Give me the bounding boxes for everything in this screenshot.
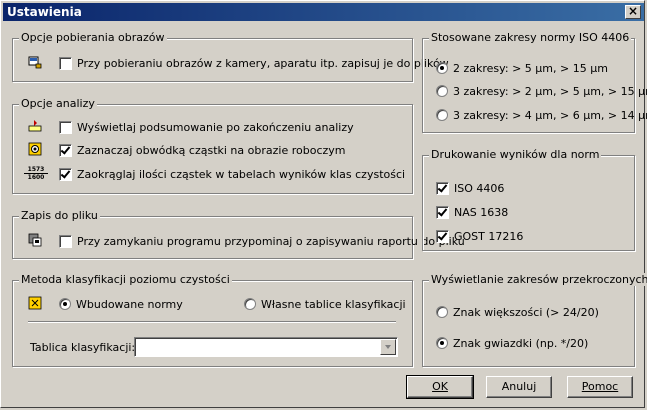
iso-opt1-row[interactable]: 2 zakresy: > 5 µm, > 15 µm <box>436 60 608 76</box>
analysis-summary-checkbox[interactable] <box>59 120 72 134</box>
print-nas-checkbox[interactable] <box>436 205 449 219</box>
window-title: Ustawienia <box>7 5 82 19</box>
iso-opt3-radio[interactable] <box>436 109 448 121</box>
particle-outline-icon <box>28 142 42 156</box>
rounding-icon-bottom: 1600 <box>24 173 48 181</box>
rounding-icon: 1573 1600 <box>24 166 48 181</box>
file-save-remind-row[interactable]: Przy zamykaniu programu przypominaj o za… <box>59 233 465 249</box>
exceed-star-radio[interactable] <box>436 337 448 349</box>
analysis-summary-label: Wyświetlaj podsumowanie po zakończeniu a… <box>77 120 354 134</box>
iso-opt3-row[interactable]: 3 zakresy: > 4 µm, > 6 µm, > 14 µm <box>436 107 647 123</box>
print-gost-row[interactable]: GOST 17216 <box>436 228 523 244</box>
cancel-button[interactable]: Anuluj <box>486 376 552 398</box>
print-norms-legend: Drukowanie wyników dla norm <box>429 148 602 161</box>
exceeded-ranges-group: Wyświetlanie zakresów przekroczonych Zna… <box>422 273 647 367</box>
iso-opt1-label: 2 zakresy: > 5 µm, > 15 µm <box>453 61 608 75</box>
ok-button-label: OK <box>432 380 448 393</box>
analysis-options-group: Opcje analizy Wyświetlaj podsumowanie po… <box>12 97 413 194</box>
analysis-options-legend: Opcje analizy <box>19 97 97 110</box>
download-save-checkbox[interactable] <box>59 56 72 70</box>
save-report-icon <box>28 233 42 247</box>
analysis-outline-label: Zaznaczaj obwódką cząstki na obrazie rob… <box>77 143 346 157</box>
print-nas-row[interactable]: NAS 1638 <box>436 204 508 220</box>
table-label: Tablica klasyfikacji: <box>30 341 136 354</box>
method-builtin-radio[interactable] <box>59 298 71 310</box>
analysis-round-checkbox[interactable] <box>59 167 72 181</box>
chevron-down-icon[interactable] <box>380 339 396 355</box>
settings-window: Ustawienia × Opcje pobierania obrazów Pr… <box>0 0 647 408</box>
rounding-icon-top: 1573 <box>27 166 45 173</box>
title-bar[interactable]: Ustawienia × <box>3 3 644 21</box>
file-save-remind-checkbox[interactable] <box>59 234 72 248</box>
iso-ranges-group: Stosowane zakresy normy ISO 4406 2 zakre… <box>422 31 647 133</box>
print-gost-checkbox[interactable] <box>436 229 449 243</box>
exceed-gt-row[interactable]: Znak większości (> 24/20) <box>436 304 599 320</box>
method-custom-radio[interactable] <box>244 298 256 310</box>
download-save-label: Przy pobieraniu obrazów z kamery, aparat… <box>77 56 449 70</box>
ok-button[interactable]: OK <box>406 375 474 399</box>
file-save-group: Zapis do pliku Przy zamykaniu programu p… <box>12 209 465 259</box>
print-nas-label: NAS 1638 <box>454 205 509 219</box>
method-builtin-row[interactable]: Wbudowane normy <box>59 296 183 312</box>
print-gost-label: GOST 17216 <box>454 229 524 243</box>
analysis-summary-row[interactable]: Wyświetlaj podsumowanie po zakończeniu a… <box>59 119 354 135</box>
iso-opt2-label: 3 zakresy: > 2 µm, > 5 µm, > 15 µm <box>453 84 647 98</box>
iso-ranges-legend: Stosowane zakresy normy ISO 4406 <box>429 31 632 44</box>
file-save-remind-label: Przy zamykaniu programu przypominaj o za… <box>77 234 465 248</box>
classification-icon <box>28 296 42 310</box>
iso-opt2-row[interactable]: 3 zakresy: > 2 µm, > 5 µm, > 15 µm <box>436 83 647 99</box>
method-separator <box>28 321 396 323</box>
analysis-outline-checkbox[interactable] <box>59 143 72 157</box>
method-custom-row[interactable]: Własne tablice klasyfikacji <box>244 296 406 312</box>
analysis-outline-row[interactable]: Zaznaczaj obwódką cząstki na obrazie rob… <box>59 142 346 158</box>
exceeded-ranges-legend: Wyświetlanie zakresów przekroczonych <box>429 273 647 286</box>
exceed-star-label: Znak gwiazdki (np. */20) <box>453 336 589 350</box>
summary-icon <box>28 120 42 132</box>
close-button[interactable]: × <box>625 5 641 19</box>
classification-table-combo[interactable] <box>134 337 398 357</box>
method-custom-label: Własne tablice klasyfikacji <box>261 297 406 311</box>
iso-opt2-radio[interactable] <box>436 85 448 97</box>
iso-opt1-radio[interactable] <box>436 62 448 74</box>
download-save-row[interactable]: Przy pobieraniu obrazów z kamery, aparat… <box>59 55 449 71</box>
help-button-label: Pomoc <box>581 380 619 393</box>
print-iso-row[interactable]: ISO 4406 <box>436 180 504 196</box>
analysis-round-label: Zaokrąglaj ilości cząstek w tabelach wyn… <box>77 167 406 181</box>
classification-method-group: Metoda klasyfikacji poziomu czystości Wb… <box>12 273 413 367</box>
analysis-round-row[interactable]: Zaokrąglaj ilości cząstek w tabelach wyn… <box>59 166 405 182</box>
method-builtin-label: Wbudowane normy <box>76 297 183 311</box>
print-norms-group: Drukowanie wyników dla norm ISO 4406 NAS… <box>422 148 635 251</box>
exceed-gt-radio[interactable] <box>436 306 448 318</box>
classification-method-legend: Metoda klasyfikacji poziomu czystości <box>19 273 232 286</box>
download-options-group: Opcje pobierania obrazów Przy pobieraniu… <box>12 31 449 82</box>
exceed-star-row[interactable]: Znak gwiazdki (np. */20) <box>436 335 588 351</box>
print-iso-checkbox[interactable] <box>436 181 449 195</box>
download-options-legend: Opcje pobierania obrazów <box>19 31 167 44</box>
file-save-legend: Zapis do pliku <box>19 209 100 222</box>
exceed-gt-label: Znak większości (> 24/20) <box>453 305 599 319</box>
iso-opt3-label: 3 zakresy: > 4 µm, > 6 µm, > 14 µm <box>453 108 647 122</box>
camera-save-icon <box>28 56 42 69</box>
help-button[interactable]: Pomoc <box>567 376 633 398</box>
print-iso-label: ISO 4406 <box>454 181 505 195</box>
